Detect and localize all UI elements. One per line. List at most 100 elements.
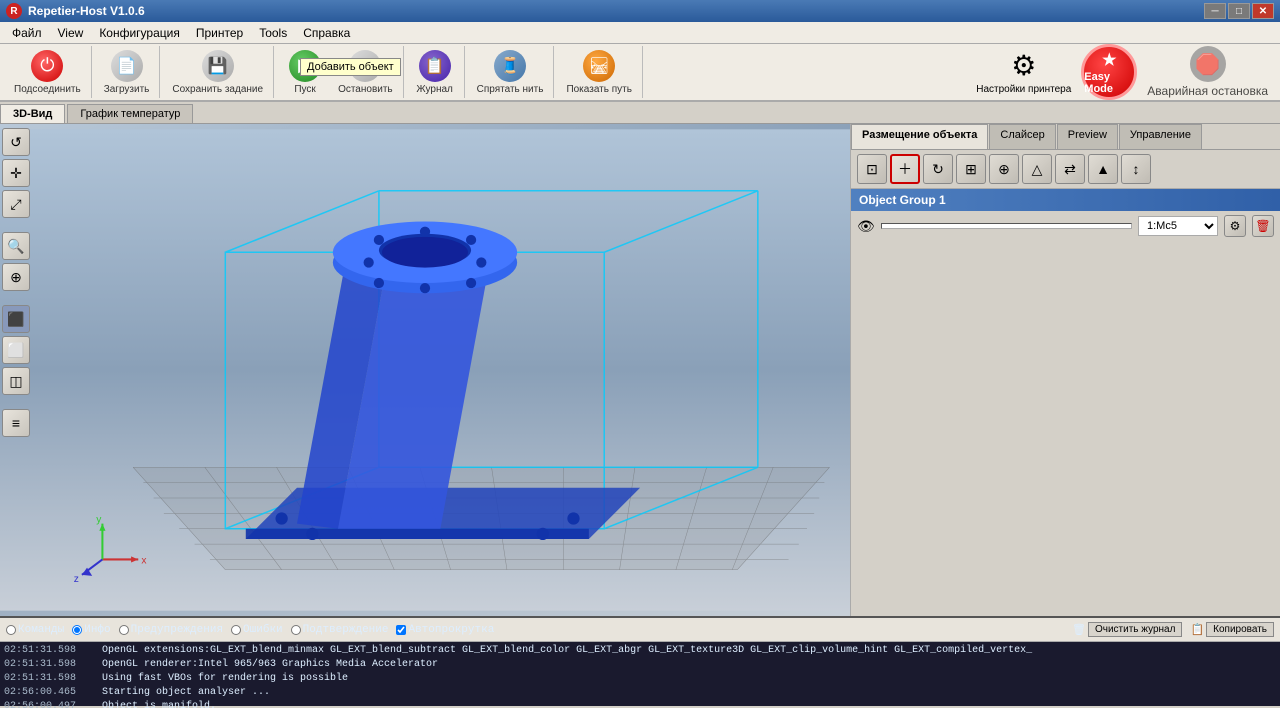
log-text-4: Starting object analyser ... [102,686,270,700]
crosshair-icon-btn[interactable]: ⊕ [989,154,1019,184]
settings-label: Настройки принтера [976,84,1071,95]
scale-object-button[interactable]: ⤢ [2,190,30,218]
cone-icon-btn[interactable]: △ [1022,154,1052,184]
menu-tools[interactable]: Tools [251,24,295,42]
add-icon-btn[interactable]: ＋ [890,154,920,184]
visibility-toggle[interactable]: 👁 [857,218,875,235]
svg-text:z: z [74,574,79,585]
viewport-toolbar: ↺ ✛ ⤢ 🔍 ⊕ ⬛ ⬜ ◫ ≡ [2,128,30,437]
zoom-in-button[interactable]: 🔍 [2,232,30,260]
connect-button[interactable]: ⏻ Подсоединить [8,48,87,97]
arrow-icon-btn[interactable]: ↕ [1121,154,1151,184]
radio-errors[interactable] [231,625,241,635]
show-path-label: Показать путь [566,84,632,95]
log-line-4: 02:56:00.465 Starting object analyser ..… [4,686,1276,700]
tooltip-add-object: Добавить объект [300,58,401,76]
clear-log-button[interactable]: Очистить журнал [1088,622,1182,637]
minimize-button[interactable]: ─ [1204,3,1226,19]
save-button[interactable]: 💾 Сохранить задание [166,48,269,97]
printer-settings-button[interactable]: ⚙ Настройки принтера [968,47,1079,97]
right-panel-icon-bar: ⊡ ＋ ↻ ⊞ ⊕ △ ⇄ ▲ ↕ [851,150,1280,189]
log-time-1: 02:51:31.598 [4,644,94,658]
load-label: Загрузить [104,84,150,95]
settings-icon: ⚙ [1011,49,1036,82]
radio-commands[interactable] [6,625,16,635]
radio-info[interactable] [72,625,82,635]
viewport-3d[interactable]: ↺ ✛ ⤢ 🔍 ⊕ ⬛ ⬜ ◫ ≡ [0,124,850,616]
view-icon-btn[interactable]: ⊡ [857,154,887,184]
show-path-group: 🛤 Показать путь [556,46,643,98]
log-text-1: OpenGL extensions:GL_EXT_blend_minmax GL… [102,644,1032,658]
menu-file[interactable]: Файл [4,24,50,42]
log-toolbar: Команды Инфо Предупреждения Ошибки Подтв… [0,618,1280,642]
printer-select-dropdown[interactable]: 1:Mc5 [1138,216,1218,236]
tab-temp-graph[interactable]: График температур [67,104,193,123]
log-time-3: 02:51:31.598 [4,672,94,686]
connect-group: ⏻ Подсоединить [4,46,92,98]
tab-placement[interactable]: Размещение объекта [851,124,988,149]
hide-thread-button[interactable]: 🧵 Спрятать нить [471,48,550,97]
save-icon: 💾 [202,50,234,82]
view-front-button[interactable]: ⬜ [2,336,30,364]
radio-confirm[interactable] [291,625,301,635]
show-path-button[interactable]: 🛤 Показать путь [560,48,638,97]
tab-control[interactable]: Управление [1119,124,1202,149]
object-settings-button[interactable]: ⚙ [1224,215,1246,237]
mirror-icon-btn[interactable]: ⇄ [1055,154,1085,184]
zoom-fit-button[interactable]: ⊕ [2,263,30,291]
object-row: 👁 1:Mc5 ⚙ 🗑 [851,211,1280,241]
filter-confirm[interactable]: Подтверждение [291,624,389,636]
tab-preview[interactable]: Preview [1057,124,1118,149]
maximize-button[interactable]: □ [1228,3,1250,19]
filter-info-label: Инфо [84,624,110,636]
log-area: Команды Инфо Предупреждения Ошибки Подтв… [0,616,1280,706]
hide-thread-group: 🧵 Спрятать нить [467,46,555,98]
filter-info[interactable]: Инфо [72,624,110,636]
refresh-view-button[interactable]: ↺ [2,128,30,156]
copy-log-button[interactable]: Копировать [1206,622,1274,637]
menu-help[interactable]: Справка [295,24,358,42]
load-button[interactable]: 📄 Загрузить [98,48,156,97]
checkbox-autoscroll[interactable] [396,625,406,635]
log-time-5: 02:56:00.497 [4,700,94,708]
menu-view[interactable]: View [50,24,92,42]
journal-icon: 📋 [419,50,451,82]
right-panel-tabs: Размещение объекта Слайсер Preview Управ… [851,124,1280,150]
tab-slicer[interactable]: Слайсер [989,124,1055,149]
grid-icon-btn[interactable]: ⊞ [956,154,986,184]
connect-label: Подсоединить [14,84,81,95]
radio-warnings[interactable] [119,625,129,635]
emergency-stop-button[interactable]: 🛑 Аварийная остановка [1139,44,1276,100]
journal-button[interactable]: 📋 Журнал [410,48,460,97]
view-3d-button[interactable]: ⬛ [2,305,30,333]
log-time-4: 02:56:00.465 [4,686,94,700]
view-side-button[interactable]: ◫ [2,367,30,395]
svg-text:y: y [96,515,102,526]
filter-autoscroll[interactable]: Автопрокрутка [396,624,494,636]
filter-warnings-label: Предупреждения [131,624,223,636]
filter-warnings[interactable]: Предупреждения [119,624,223,636]
log-line-5: 02:56:00.497 Object is manifold. [4,700,1276,708]
easy-mode-button[interactable]: ★ Easy Mode [1081,44,1137,100]
filter-commands[interactable]: Команды [6,624,64,636]
log-line-3: 02:51:31.598 Using fast VBOs for renderi… [4,672,1276,686]
show-path-icon: 🛤 [583,50,615,82]
hide-thread-icon: 🧵 [494,50,526,82]
tab-3d-view[interactable]: 3D-Вид [0,104,65,123]
app-title: Repetier-Host V1.0.6 [28,4,145,18]
object-group-label: Object Group 1 [859,193,946,207]
lamp-icon-btn[interactable]: ▲ [1088,154,1118,184]
move-object-button[interactable]: ✛ [2,159,30,187]
titlebar: R Repetier-Host V1.0.6 ─ □ ✕ [0,0,1280,22]
menubar: Файл View Конфигурация Принтер Tools Спр… [0,22,1280,44]
menu-printer[interactable]: Принтер [188,24,251,42]
filter-errors[interactable]: Ошибки [231,624,283,636]
object-delete-button[interactable]: 🗑 [1252,215,1274,237]
journal-group: 📋 Журнал [406,46,465,98]
menu-config[interactable]: Конфигурация [91,24,188,42]
rotate-icon-btn[interactable]: ↻ [923,154,953,184]
load-icon: 📄 [111,50,143,82]
easy-mode-icon: ★ [1102,50,1116,70]
view-lines-button[interactable]: ≡ [2,409,30,437]
close-button[interactable]: ✕ [1252,3,1274,19]
